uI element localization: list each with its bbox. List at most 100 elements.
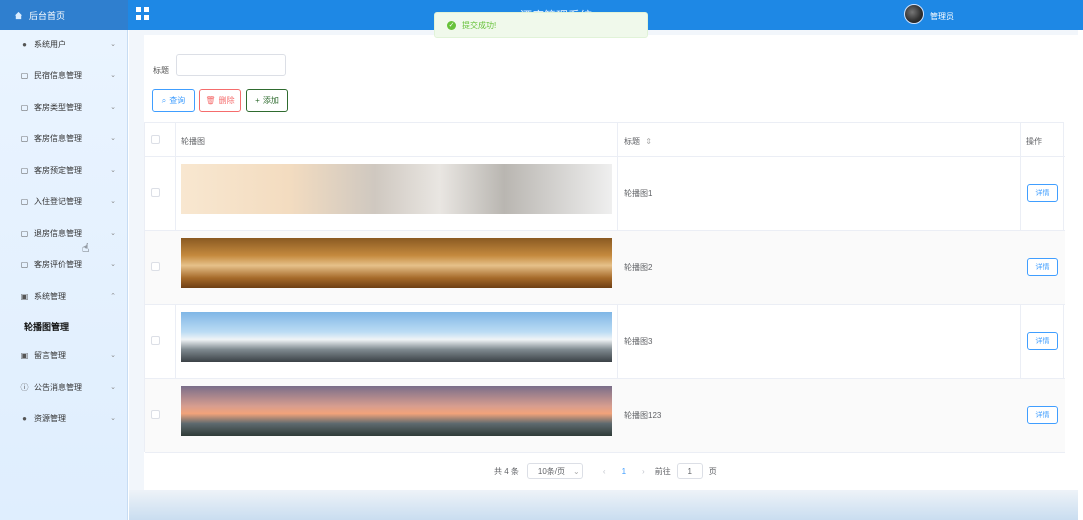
title-filter-label: 标题	[153, 66, 169, 75]
detail-button[interactable]: 详情	[1027, 184, 1058, 202]
prev-page-icon[interactable]: ‹	[603, 467, 606, 476]
sidebar-item-label: 留言管理	[34, 350, 66, 360]
next-page-icon[interactable]: ›	[642, 467, 645, 476]
row-title: 轮播图3	[624, 337, 653, 346]
home-icon	[14, 11, 23, 19]
table-row: 轮播图1 详情	[145, 157, 1065, 231]
user-avatar[interactable]	[904, 4, 924, 24]
add-button-label: 添加	[262, 96, 279, 105]
chevron-down-icon: ⌄	[110, 230, 116, 237]
success-toast: ✓ 提交成功!	[434, 12, 648, 38]
sidebar-item-label: 退房信息管理	[34, 228, 82, 238]
pin-icon: ●	[22, 413, 27, 423]
sidebar: ● 系统用户 ⌄ ▢ 民宿信息管理 ⌄ ▢ 客房类型管理 ⌄ ▢ 客房信息管理 …	[0, 30, 128, 520]
title-filter-input[interactable]	[176, 54, 286, 76]
chevron-down-icon: ⌄	[573, 466, 580, 476]
hand-cursor-icon: ☝	[82, 241, 90, 255]
chevron-down-icon: ⌄	[110, 135, 116, 142]
page-size-select[interactable]: 10条/页 ⌄	[526, 463, 583, 479]
carousel-table: 轮播图 标题 ⇕ 操作 轮播图1 详情 轮播图2 详情 轮播图3 详情 轮播图1…	[144, 122, 1065, 453]
row-title: 轮播图1	[624, 189, 653, 198]
carousel-image	[181, 164, 612, 214]
sidebar-item-room-type[interactable]: ▢ 客房类型管理 ⌄	[0, 95, 128, 119]
sidebar-item-label: 客房评价管理	[34, 259, 82, 269]
detail-button[interactable]: 详情	[1027, 258, 1058, 276]
table-row: 轮播图123 详情	[145, 379, 1065, 453]
carousel-image	[181, 386, 612, 436]
username[interactable]: 管理员	[930, 11, 954, 22]
sidebar-item-label: 入住登记管理	[34, 196, 82, 206]
goto-suffix: 页	[708, 466, 717, 476]
column-header-image: 轮播图	[181, 137, 205, 146]
detail-button[interactable]: 详情	[1027, 332, 1058, 350]
chevron-down-icon: ⌄	[110, 167, 116, 174]
sidebar-item-room-info[interactable]: ▢ 客房信息管理 ⌄	[0, 126, 128, 150]
sidebar-item-room-booking[interactable]: ▢ 客房预定管理 ⌄	[0, 158, 128, 182]
query-button-label: 查询	[169, 96, 186, 105]
sidebar-item-checkin[interactable]: ▢ 入住登记管理 ⌄	[0, 189, 128, 213]
user-icon: ●	[22, 39, 27, 49]
chevron-down-icon: ⌄	[110, 41, 116, 48]
image-icon: ▣	[20, 350, 29, 360]
info-icon: ⓘ	[20, 382, 29, 392]
delete-button-label: 删除	[218, 96, 235, 105]
sidebar-item-label: 系统用户	[34, 39, 66, 49]
home-label: 后台首页	[29, 10, 66, 21]
sidebar-item-system-management[interactable]: ▣ 系统管理 ⌃	[0, 284, 128, 308]
doc-icon: ▢	[20, 228, 29, 238]
plus-icon: +	[255, 96, 260, 105]
sidebar-item-announcements[interactable]: ⓘ 公告消息管理 ⌄	[0, 375, 128, 399]
delete-button[interactable]: 🗑 删除	[199, 89, 241, 112]
row-title: 轮播图2	[624, 263, 653, 272]
table-row: 轮播图3 详情	[145, 305, 1065, 379]
home-link[interactable]: 后台首页	[0, 0, 128, 30]
page-size-value: 10条/页	[537, 466, 566, 476]
row-checkbox[interactable]	[151, 336, 160, 345]
sidebar-item-label: 民宿信息管理	[34, 70, 82, 80]
chevron-down-icon: ⌄	[110, 104, 116, 111]
row-title: 轮播图123	[624, 411, 662, 420]
select-all-checkbox[interactable]	[151, 135, 160, 144]
doc-icon: ▢	[20, 259, 29, 269]
add-button[interactable]: + 添加	[246, 89, 288, 112]
sidebar-item-messages[interactable]: ▣ 留言管理 ⌄	[0, 343, 128, 367]
row-checkbox[interactable]	[151, 188, 160, 197]
pagination: 共 4 条 10条/页 ⌄ ‹ 1 › 前往 1 页	[494, 463, 717, 479]
decorative-background	[129, 490, 1083, 520]
chevron-down-icon: ⌄	[110, 352, 116, 359]
sidebar-item-checkout[interactable]: ▢ 退房信息管理 ⌄	[0, 221, 128, 245]
sidebar-item-system-users[interactable]: ● 系统用户 ⌄	[0, 32, 128, 56]
column-header-actions: 操作	[1026, 137, 1042, 146]
main-content: 标题 ⌕ 查询 🗑 删除 + 添加 轮播图 标题 ⇕ 操作 轮播图1 详情 轮播…	[129, 30, 1083, 520]
goto-prefix: 前往	[654, 466, 671, 476]
sidebar-item-label: 公告消息管理	[34, 382, 82, 392]
chevron-down-icon: ⌄	[110, 261, 116, 268]
goto-page-input[interactable]: 1	[676, 463, 703, 479]
page-edge	[1078, 30, 1083, 520]
menu-toggle-icon[interactable]	[136, 7, 149, 20]
toast-message: 提交成功!	[462, 20, 497, 30]
detail-button[interactable]: 详情	[1027, 406, 1058, 424]
content-card: 标题 ⌕ 查询 🗑 删除 + 添加 轮播图 标题 ⇕ 操作 轮播图1 详情 轮播…	[144, 35, 1079, 490]
sidebar-item-room-review[interactable]: ▢ 客房评价管理 ⌄	[0, 252, 128, 276]
table-row: 轮播图2 详情	[145, 231, 1065, 305]
row-checkbox[interactable]	[151, 410, 160, 419]
sidebar-item-label: 客房预定管理	[34, 165, 82, 175]
image-icon: ▣	[20, 291, 29, 301]
doc-icon: ▢	[20, 165, 29, 175]
query-button[interactable]: ⌕ 查询	[152, 89, 195, 112]
column-header-title[interactable]: 标题 ⇕	[624, 136, 652, 147]
sidebar-item-homestay[interactable]: ▢ 民宿信息管理 ⌄	[0, 63, 128, 87]
page-number-current[interactable]: 1	[622, 467, 626, 476]
row-checkbox[interactable]	[151, 262, 160, 271]
table-header: 轮播图 标题 ⇕ 操作	[145, 123, 1065, 157]
chevron-down-icon: ⌄	[110, 415, 116, 422]
doc-icon: ▢	[20, 70, 29, 80]
check-circle-icon: ✓	[447, 20, 456, 30]
chevron-down-icon: ⌄	[110, 198, 116, 205]
chevron-down-icon: ⌄	[110, 384, 116, 391]
sidebar-item-resources[interactable]: ● 资源管理 ⌄	[0, 406, 128, 430]
sidebar-subitem-carousel[interactable]: 轮播图管理	[24, 316, 124, 336]
sort-icon[interactable]: ⇕	[645, 137, 652, 146]
search-icon: ⌕	[161, 95, 167, 105]
